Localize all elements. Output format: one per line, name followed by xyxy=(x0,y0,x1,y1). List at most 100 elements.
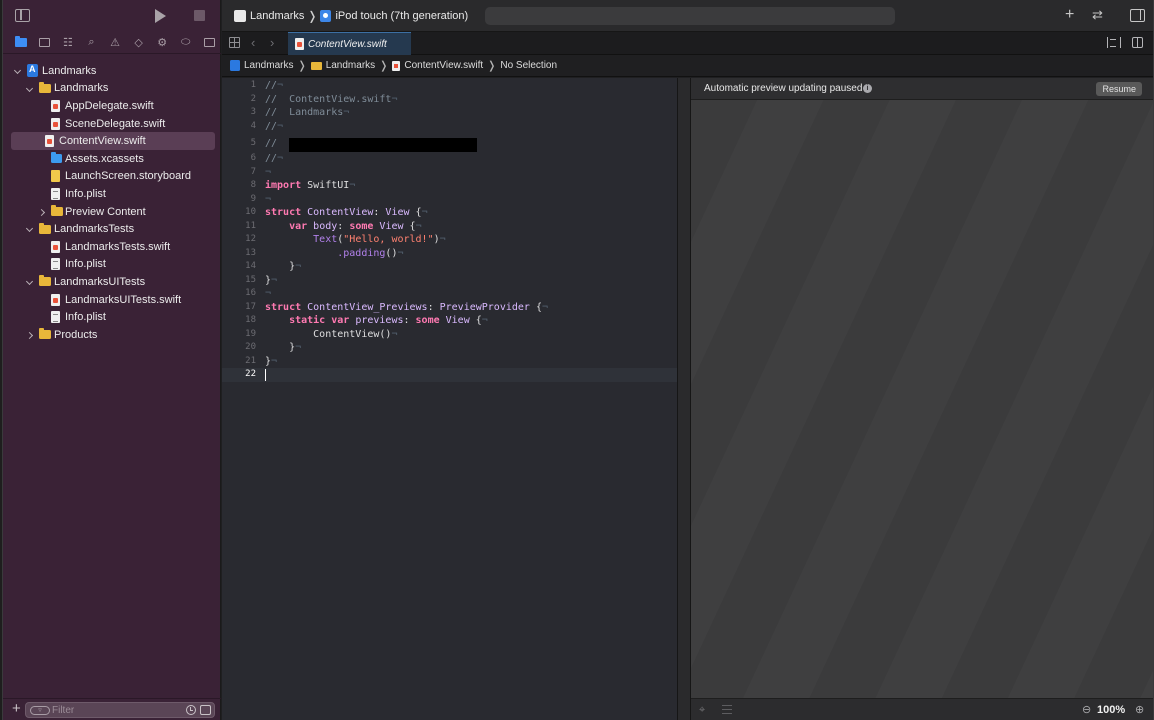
activity-view xyxy=(485,7,895,25)
run-destination[interactable]: iPod touch (7th generation) xyxy=(335,10,468,22)
info-icon[interactable]: i xyxy=(863,84,872,93)
sidebar-toggle-icon[interactable] xyxy=(15,9,30,22)
breakpoint-navigator-icon[interactable]: ⬭ xyxy=(174,32,198,54)
string-literal: "Hello, world!" xyxy=(343,234,434,245)
forward-arrow-icon[interactable]: › xyxy=(270,35,274,50)
editor-canvas-divider[interactable] xyxy=(677,78,691,720)
editor-tab-bar: ‹ › ContentView.swift xyxy=(222,32,1153,55)
chevron-down-icon[interactable] xyxy=(26,278,34,286)
tree-label: Assets.xcassets xyxy=(65,152,144,165)
debug-navigator-icon[interactable]: ⚙ xyxy=(150,32,174,54)
tree-row-file[interactable]: SceneDelegate.swift xyxy=(3,115,221,133)
app-scheme-icon xyxy=(234,10,246,22)
preview-canvas[interactable]: Automatic preview updating paused i Resu… xyxy=(691,78,1153,720)
tree-row-file[interactable]: LaunchScreen.storyboard xyxy=(3,168,221,186)
line-number: 20 xyxy=(245,342,256,352)
punct: () xyxy=(379,328,392,340)
tree-row-group-landmarks[interactable]: Landmarks xyxy=(3,80,221,98)
type-name: ContentView xyxy=(301,207,374,218)
tree-row-group[interactable]: Products xyxy=(3,326,221,344)
find-navigator-icon[interactable]: ⌕ xyxy=(80,32,104,54)
line-number: 4 xyxy=(250,120,256,131)
plist-file-icon xyxy=(51,258,60,271)
scheme-name[interactable]: Landmarks xyxy=(250,10,304,22)
tree-row-file[interactable]: Info.plist xyxy=(3,308,221,326)
code-line: }¬ xyxy=(265,342,302,353)
tree-row-file[interactable]: Info.plist xyxy=(3,185,221,203)
recent-files-icon[interactable] xyxy=(186,705,196,715)
code-line: //¬ xyxy=(265,120,284,132)
issue-navigator-icon[interactable]: ⚠ xyxy=(103,32,127,54)
symbol-navigator-icon[interactable]: ☷ xyxy=(56,32,80,54)
tree-label: Landmarks xyxy=(42,64,97,77)
chevron-down-icon[interactable] xyxy=(26,85,34,93)
tree-row-file[interactable]: LandmarksUITests.swift xyxy=(3,291,221,309)
breadcrumb-item[interactable]: ContentView.swift xyxy=(404,60,483,71)
breadcrumb-item[interactable]: No Selection xyxy=(500,60,557,71)
related-items-grid-icon[interactable] xyxy=(229,37,240,48)
tree-label: LandmarksUITests.swift xyxy=(65,293,182,306)
run-button-icon[interactable] xyxy=(155,9,166,23)
test-navigator-icon[interactable]: ◇ xyxy=(127,32,151,54)
zoom-level[interactable]: 100% xyxy=(1097,704,1125,716)
xcode-window: ☷ ⌕ ⚠ ◇ ⚙ ⬭ Landmarks Landmarks AppDeleg… xyxy=(2,0,1154,720)
tree-label: Info.plist xyxy=(65,187,106,200)
tree-row-file[interactable]: LandmarksTests.swift xyxy=(3,238,221,256)
code-line: // Landmarks¬ xyxy=(265,107,350,118)
library-plus-button[interactable]: + xyxy=(1065,6,1074,24)
preview-list-icon[interactable] xyxy=(722,705,732,714)
folder-icon xyxy=(39,81,51,93)
zoom-in-icon[interactable]: ⊕ xyxy=(1135,703,1144,716)
current-line-highlight xyxy=(222,368,677,382)
tree-row-file[interactable]: Assets.xcassets xyxy=(3,150,221,168)
tree-row-file[interactable]: AppDelegate.swift xyxy=(3,97,221,115)
asset-catalog-icon xyxy=(51,152,62,164)
chevron-down-icon[interactable] xyxy=(14,67,22,75)
project-navigator-icon[interactable] xyxy=(9,32,33,54)
punct: : xyxy=(337,220,350,232)
scheme-selector[interactable]: Landmarks ❭ iPod touch (7th generation) xyxy=(234,9,468,23)
chevron-right-icon[interactable] xyxy=(39,208,47,216)
code-review-swap-icon[interactable]: ⇄ xyxy=(1092,6,1103,24)
filter-options-icon[interactable]: ▿ xyxy=(30,706,50,715)
pin-icon[interactable]: ⌖ xyxy=(699,704,705,717)
back-arrow-icon[interactable]: ‹ xyxy=(251,35,255,50)
filter-input[interactable] xyxy=(52,704,172,717)
canvas-bottom-bar: ⌖ ⊖ 100% ⊕ xyxy=(691,698,1153,720)
zoom-out-icon[interactable]: ⊖ xyxy=(1082,703,1091,716)
stop-button-icon[interactable] xyxy=(194,10,205,21)
tab-contentview-swift[interactable]: ContentView.swift xyxy=(288,32,411,55)
device-icon xyxy=(320,10,332,22)
add-editor-split-icon[interactable] xyxy=(1132,37,1143,48)
source-control-navigator-icon[interactable] xyxy=(33,32,57,54)
resume-button[interactable]: Resume xyxy=(1096,82,1142,96)
swift-file-icon xyxy=(51,117,60,130)
breadcrumb-item[interactable]: Landmarks xyxy=(326,60,375,71)
inspector-toggle-icon[interactable] xyxy=(1130,9,1145,22)
code-line: .padding()¬ xyxy=(265,247,404,259)
tree-row-project[interactable]: Landmarks xyxy=(3,62,221,80)
plist-file-icon xyxy=(51,311,60,324)
identifier: previews xyxy=(349,315,404,326)
tree-row-group[interactable]: LandmarksUITests xyxy=(3,273,221,291)
tree-row-file-selected[interactable]: ContentView.swift xyxy=(11,132,215,150)
punct: : xyxy=(427,301,440,313)
editor-options-icon[interactable] xyxy=(1107,37,1121,48)
line-number: 1 xyxy=(250,80,256,90)
chevron-right-icon[interactable] xyxy=(27,331,35,339)
report-navigator-icon[interactable] xyxy=(198,32,222,54)
breadcrumb-item[interactable]: Landmarks xyxy=(244,60,293,71)
comment: // xyxy=(265,138,284,149)
tree-row-group[interactable]: LandmarksTests xyxy=(3,220,221,238)
source-control-filter-icon[interactable] xyxy=(200,705,211,715)
source-editor[interactable]: 1 2 3 4 5 6 7 8 9 10 11 12 13 14 15 16 17 18 19 20 21 22 //¬ … xyxy=(222,78,677,720)
add-file-button[interactable]: + xyxy=(12,701,21,717)
code-line: // ContentView.swift¬ xyxy=(265,93,398,105)
tree-row-file[interactable]: Info.plist xyxy=(3,256,221,274)
tree-row-group[interactable]: Preview Content xyxy=(3,203,221,221)
tree-label: LandmarksUITests xyxy=(54,275,146,288)
filter-box[interactable]: ▿ xyxy=(25,702,215,718)
comment: // ContentView.swift xyxy=(265,93,392,105)
preview-status-text: Automatic preview updating paused xyxy=(704,83,863,94)
chevron-down-icon[interactable] xyxy=(26,225,34,233)
